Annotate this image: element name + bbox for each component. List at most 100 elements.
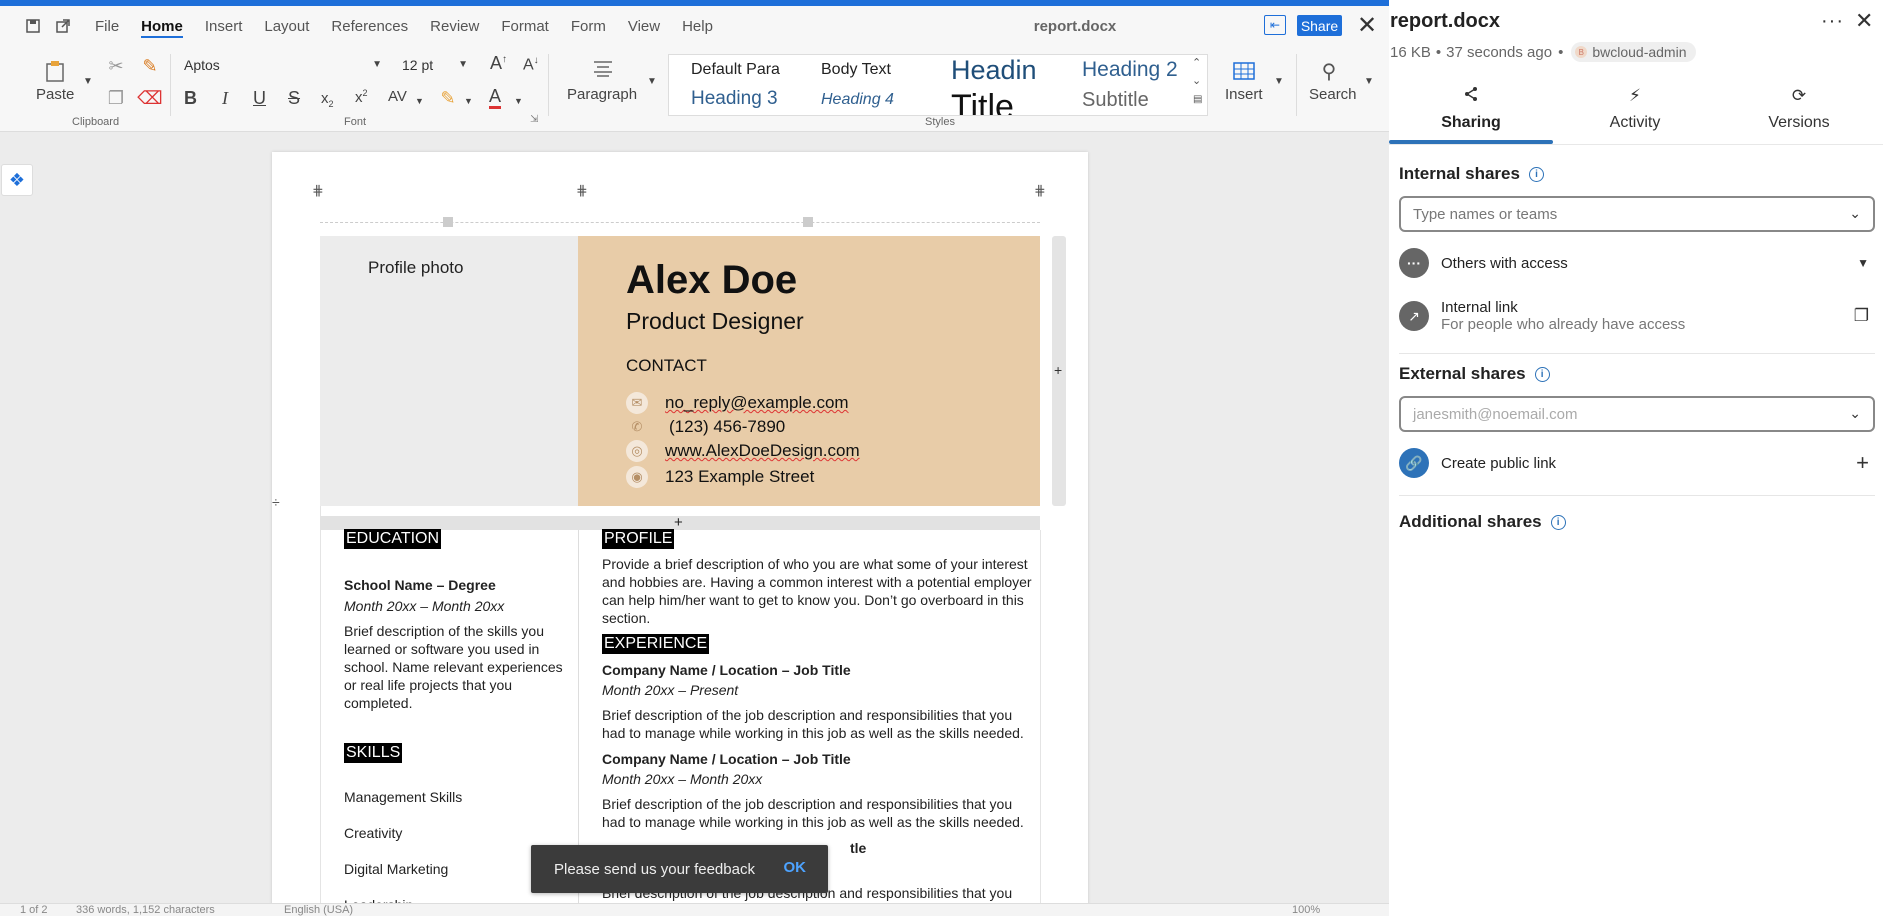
profile-photo-cell[interactable]: Profile photo [320, 236, 578, 506]
row-split-icon[interactable]: ÷ [272, 494, 280, 510]
style-body-text[interactable]: Body Text [821, 61, 916, 79]
more-actions-icon[interactable]: ··· [1821, 10, 1844, 33]
menu-help[interactable]: Help [671, 6, 724, 46]
share-button[interactable]: Share [1297, 15, 1342, 36]
menu-insert[interactable]: Insert [194, 6, 254, 46]
paragraph-icon[interactable] [590, 56, 616, 80]
styles-more-icon[interactable]: ▤ [1193, 94, 1202, 105]
menu-home[interactable]: Home [130, 6, 194, 46]
paste-button[interactable]: Paste [36, 86, 74, 103]
chevron-down-icon[interactable]: ⌄ [1849, 205, 1861, 222]
chevron-down-icon[interactable]: ▼ [415, 96, 424, 106]
column-marker-icon[interactable]: ⋕ [576, 182, 588, 199]
caret-down-icon[interactable]: ▼ [1857, 256, 1869, 270]
column-marker-icon[interactable]: ⋕ [312, 182, 324, 199]
ribbon-separator [548, 54, 549, 116]
font-size-select[interactable]: 12 pt ▼ [396, 52, 474, 78]
font-dialog-icon[interactable]: ⇲ [530, 114, 538, 125]
styles-scroll-down-icon[interactable]: ⌄ [1192, 74, 1201, 87]
toast-ok-button[interactable]: OK [784, 859, 807, 876]
subscript-icon[interactable]: x2 [321, 90, 334, 109]
underline-icon[interactable]: U [253, 88, 266, 109]
menu-file[interactable]: File [84, 6, 130, 46]
tab-activity[interactable]: ⚡ Activity [1553, 86, 1717, 144]
paragraph-button[interactable]: Paragraph [567, 86, 637, 103]
font-group-label: Font [344, 116, 367, 128]
style-heading-1[interactable]: Headin [951, 55, 1056, 86]
highlight-color-icon[interactable]: ✎ [436, 86, 460, 110]
style-heading-2[interactable]: Heading 2 [1082, 58, 1187, 82]
menu-format[interactable]: Format [490, 6, 560, 46]
search-icon[interactable]: ⚲ [1317, 60, 1341, 83]
create-public-link-row[interactable]: 🔗 Create public link + [1399, 446, 1875, 480]
open-external-icon[interactable] [48, 11, 78, 41]
copy-link-icon[interactable]: ❐ [1854, 306, 1869, 326]
clear-formatting-icon[interactable]: ⌫ [137, 86, 162, 110]
style-heading-4[interactable]: Heading 4 [821, 91, 931, 109]
header-handle[interactable] [443, 217, 453, 227]
chevron-down-icon[interactable]: ▼ [464, 96, 473, 106]
chevron-down-icon[interactable]: ▼ [647, 76, 657, 87]
status-page: 1 of 2 [20, 904, 48, 916]
chevron-down-icon[interactable]: ⌄ [1849, 405, 1861, 422]
menu-form[interactable]: Form [560, 6, 617, 46]
bold-icon[interactable]: B [184, 88, 197, 109]
cut-icon[interactable]: ✂ [104, 54, 128, 78]
mail-icon: ✉ [626, 392, 648, 414]
document-page[interactable]: ⋕ ⋕ ⋕ Profile photo Alex Doe Product Des… [272, 152, 1088, 916]
sidebar-toggle-icon[interactable]: ⇤ [1264, 15, 1286, 35]
menu-references[interactable]: References [320, 6, 419, 46]
external-share-input[interactable]: janesmith@noemail.com ⌄ [1399, 396, 1875, 432]
grow-font-icon[interactable]: A↑ [490, 53, 507, 74]
status-language[interactable]: English (USA) [284, 904, 353, 916]
insert-table-icon[interactable] [1232, 60, 1256, 82]
strikethrough-icon[interactable]: S [288, 88, 300, 109]
info-icon[interactable]: i [1550, 514, 1566, 530]
style-subtitle[interactable]: Subtitle [1082, 89, 1192, 112]
shrink-font-icon[interactable]: A↓ [523, 55, 539, 74]
superscript-icon[interactable]: x2 [355, 88, 368, 106]
copy-icon[interactable]: ❐ [104, 86, 128, 110]
font-color-icon[interactable]: A [489, 86, 502, 109]
style-heading-3[interactable]: Heading 3 [691, 88, 801, 110]
name-contact-cell[interactable]: Alex Doe Product Designer CONTACT ✉ no_r… [578, 236, 1040, 506]
header-handle[interactable] [803, 217, 813, 227]
internal-share-input[interactable]: Type names or teams ⌄ [1399, 196, 1875, 232]
style-title[interactable]: Title [951, 87, 1056, 115]
paste-dropdown-icon[interactable]: ▼ [83, 76, 93, 87]
share-icon [1463, 86, 1479, 108]
save-icon[interactable] [18, 11, 48, 41]
add-row-icon[interactable]: + [674, 514, 683, 531]
skill-item: Digital Marketing [344, 861, 449, 877]
job-dates: Month 20xx – Month 20xx [602, 771, 763, 787]
column-marker-icon[interactable]: ⋕ [1034, 182, 1046, 199]
info-icon[interactable]: i [1528, 166, 1544, 182]
search-button[interactable]: Search [1309, 86, 1357, 103]
tab-versions[interactable]: ⟳ Versions [1717, 86, 1881, 144]
styles-scroll-up-icon[interactable]: ⌃ [1192, 56, 1201, 69]
menu-review[interactable]: Review [419, 6, 490, 46]
font-name-select[interactable]: Aptos ▼ [178, 52, 388, 78]
clipboard-group-label: Clipboard [72, 116, 120, 128]
tab-sharing[interactable]: Sharing [1389, 86, 1553, 144]
insert-button[interactable]: Insert [1225, 86, 1263, 103]
clone-formatting-icon[interactable]: ✎ [138, 54, 162, 78]
close-panel-icon[interactable]: ✕ [1855, 8, 1873, 34]
others-with-access-row[interactable]: ··· Others with access ▼ [1399, 246, 1875, 280]
navigator-compass-icon[interactable]: ❖ [1, 164, 33, 196]
italic-icon[interactable]: I [222, 88, 228, 109]
chevron-down-icon[interactable]: ▼ [1364, 76, 1374, 87]
menu-layout[interactable]: Layout [253, 6, 320, 46]
chevron-down-icon[interactable]: ▼ [514, 96, 523, 106]
close-document-icon[interactable]: ✕ [1354, 12, 1380, 39]
owner-chip[interactable]: B bwcloud-admin [1571, 42, 1696, 62]
status-zoom[interactable]: 100% [1292, 904, 1320, 916]
style-default-paragraph[interactable]: Default Para [691, 61, 786, 79]
info-icon[interactable]: i [1534, 366, 1550, 382]
menu-view[interactable]: View [617, 6, 671, 46]
add-column-icon[interactable]: + [1054, 362, 1062, 378]
chevron-down-icon[interactable]: ▼ [1274, 76, 1284, 87]
paste-icon[interactable] [42, 58, 68, 84]
add-icon[interactable]: + [1856, 450, 1869, 476]
character-spacing-icon[interactable]: AV [388, 88, 407, 105]
